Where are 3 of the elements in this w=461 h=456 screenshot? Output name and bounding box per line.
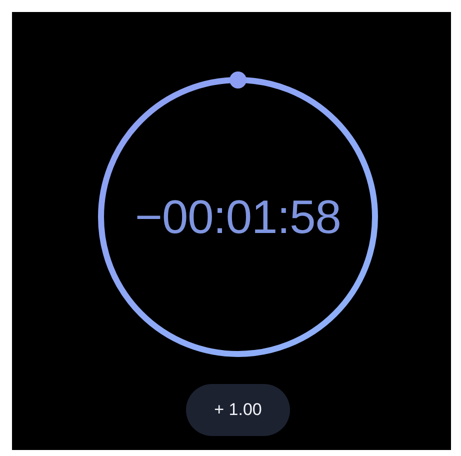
progress-handle[interactable] [229, 71, 247, 89]
add-time-button[interactable]: + 1.00 [186, 384, 290, 436]
timer-readout: −00:01:58 [134, 190, 342, 244]
